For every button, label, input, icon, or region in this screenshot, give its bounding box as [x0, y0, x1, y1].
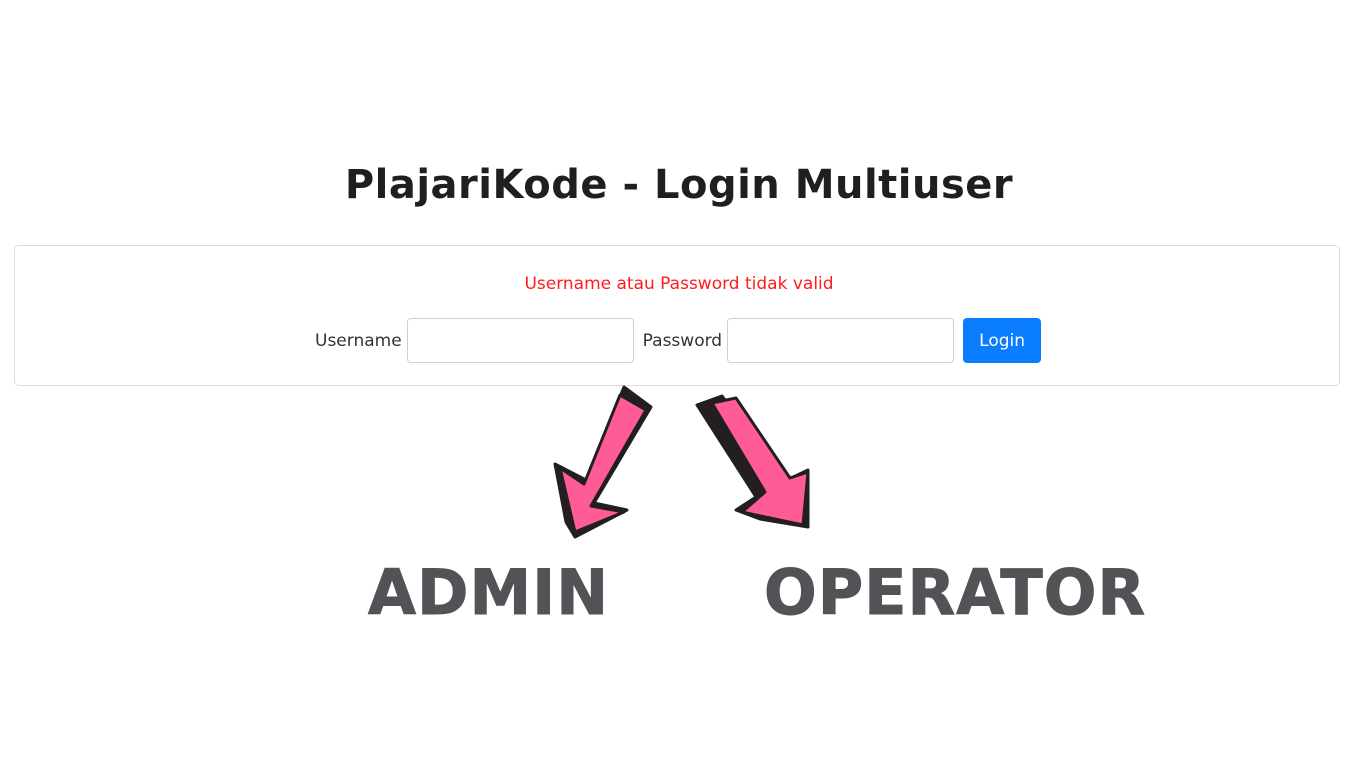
- login-page: PlajariKode - Login Multiuser Username a…: [0, 0, 1358, 764]
- arrow-down-right-icon: [695, 394, 810, 529]
- password-label: Password: [642, 330, 723, 351]
- password-input[interactable]: [727, 318, 955, 363]
- login-button[interactable]: Login: [963, 318, 1042, 363]
- admin-role-label: ADMIN: [367, 556, 610, 630]
- username-input[interactable]: [406, 318, 634, 363]
- login-card: [14, 245, 1340, 386]
- operator-role-label: OPERATOR: [763, 556, 1147, 630]
- error-message: Username atau Password tidak valid: [524, 274, 834, 294]
- login-form: Username Password Login: [315, 318, 1042, 363]
- username-label: Username: [315, 330, 402, 351]
- arrow-down-left-icon: [553, 385, 653, 539]
- page-title: PlajariKode - Login Multiuser: [344, 162, 1014, 208]
